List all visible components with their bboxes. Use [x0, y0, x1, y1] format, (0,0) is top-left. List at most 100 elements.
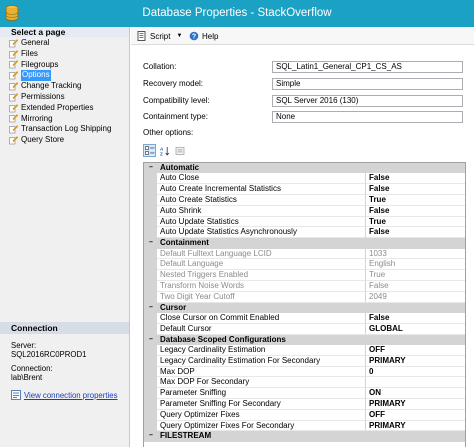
collapse-toggle-icon[interactable]: – [147, 304, 155, 312]
property-row-max-dop-for-secondary[interactable]: Max DOP For Secondary [144, 377, 465, 389]
script-label: Script [150, 31, 171, 41]
sidebar-item-label: Permissions [21, 91, 65, 101]
category-filestream: – FILESTREAM [144, 431, 465, 442]
sidebar-item-filegroups[interactable]: Filegroups [9, 60, 129, 71]
sidebar-item-change-tracking[interactable]: Change Tracking [9, 81, 129, 92]
category-label: FILESTREAM [160, 431, 212, 441]
recovery-model-row: Recovery model: Simple [143, 78, 463, 90]
property-row-query-optimizer-fixes-for-secondary[interactable]: Query Optimizer Fixes For Secondary PRIMA… [144, 420, 465, 432]
view-connection-properties-link[interactable]: View connection properties [24, 391, 117, 400]
property-value[interactable]: 0 [366, 367, 465, 378]
compatibility-level-row: Compatibility level: SQL Server 2016 (13… [143, 95, 463, 107]
sidebar-item-transaction-log-shipping[interactable]: Transaction Log Shipping [9, 124, 129, 135]
property-value[interactable] [366, 377, 465, 389]
category-containment: – Containment [144, 238, 465, 249]
row-gutter [144, 344, 157, 356]
collapse-toggle-icon[interactable]: – [147, 336, 155, 344]
property-value[interactable]: ON [366, 388, 465, 399]
collation-field[interactable]: SQL_Latin1_General_CP1_CS_AS [272, 61, 463, 73]
collation-row: Collation: SQL_Latin1_General_CP1_CS_AS [143, 61, 463, 73]
property-value[interactable]: OFF [366, 345, 465, 356]
property-row-default-language[interactable]: Default Language English [144, 259, 465, 271]
property-value[interactable]: True [366, 217, 465, 228]
property-row-auto-create-incremental-statistics[interactable]: Auto Create Incremental Statistics False [144, 184, 465, 195]
grid-toolbar: A Z [143, 144, 188, 157]
property-row-two-digit-year-cutoff[interactable]: Two Digit Year Cutoff 2049 [144, 291, 465, 303]
row-gutter [144, 248, 157, 260]
property-value: False [366, 281, 465, 292]
sidebar-item-label: Files [21, 48, 38, 58]
chevron-down-icon[interactable]: ▼ [176, 33, 182, 39]
wrench-icon [9, 71, 18, 80]
collapse-toggle-icon[interactable]: – [147, 432, 155, 440]
categorized-button[interactable] [143, 144, 156, 157]
category-label: Cursor [160, 302, 187, 312]
property-value[interactable]: PRIMARY [366, 356, 465, 367]
sidebar-item-query-store[interactable]: Query Store [9, 135, 129, 146]
sidebar-item-mirroring[interactable]: Mirroring [9, 114, 129, 125]
property-row-query-optimizer-fixes[interactable]: Query Optimizer Fixes OFF [144, 409, 465, 421]
property-name: Auto Shrink [157, 205, 366, 217]
property-row-max-dop[interactable]: Max DOP 0 [144, 366, 465, 378]
help-button[interactable]: ? Help [189, 31, 218, 41]
property-name: Parameter Sniffing [157, 388, 366, 399]
property-row-auto-shrink[interactable]: Auto Shrink False [144, 205, 465, 217]
row-gutter [144, 355, 157, 367]
category-label: Database Scoped Configurations [160, 334, 286, 344]
property-value[interactable]: GLOBAL [366, 324, 465, 335]
sidebar-item-options[interactable]: Options [9, 70, 129, 82]
collapse-toggle-icon[interactable]: – [147, 239, 155, 247]
sidebar-item-extended-properties[interactable]: Extended Properties [9, 103, 129, 114]
sidebar-item-permissions[interactable]: Permissions [9, 92, 129, 103]
property-name: Two Digit Year Cutoff [157, 291, 366, 303]
connection-value: lab\Brent [11, 372, 43, 382]
property-row-default-fulltext-language-lcid[interactable]: Default Fulltext Language LCID 1033 [144, 248, 465, 260]
alphabetical-button[interactable]: A Z [158, 144, 171, 157]
property-row-auto-update-statistics[interactable]: Auto Update Statistics True [144, 216, 465, 228]
containment-type-field[interactable]: None [272, 111, 463, 123]
property-value[interactable]: OFF [366, 410, 465, 421]
property-value[interactable]: False [366, 184, 465, 195]
row-gutter [144, 312, 157, 324]
property-value[interactable]: PRIMARY [366, 399, 465, 410]
row-gutter [144, 205, 157, 217]
property-row-parameter-sniffing-for-secondary[interactable]: Parameter Sniffing For Secondary PRIMARY [144, 398, 465, 410]
property-value[interactable]: False [366, 206, 465, 217]
sidebar-item-label: Query Store [21, 135, 65, 145]
sidebar-item-label: General [21, 38, 50, 47]
row-gutter [144, 291, 157, 303]
recovery-model-field[interactable]: Simple [272, 78, 463, 90]
property-value[interactable]: False [366, 173, 465, 185]
property-row-auto-create-statistics[interactable]: Auto Create Statistics True [144, 194, 465, 206]
svg-text:?: ? [192, 34, 196, 41]
wrench-icon [9, 125, 18, 134]
property-value[interactable]: PRIMARY [366, 421, 465, 432]
property-row-nested-triggers-enabled[interactable]: Nested Triggers Enabled True [144, 270, 465, 281]
property-row-default-cursor[interactable]: Default Cursor GLOBAL [144, 323, 465, 335]
property-row-auto-close[interactable]: Auto Close False [144, 173, 465, 185]
compatibility-level-field[interactable]: SQL Server 2016 (130) [272, 95, 463, 107]
property-row-legacy-cardinality-estimation[interactable]: Legacy Cardinality Estimation OFF [144, 344, 465, 356]
wrench-icon [9, 39, 18, 48]
row-gutter [144, 377, 157, 389]
property-name: Nested Triggers Enabled [157, 270, 366, 281]
property-pages-button[interactable] [173, 144, 186, 157]
property-row-auto-update-statistics-asynchronously[interactable]: Auto Update Statistics Asynchronously Fal… [144, 227, 465, 239]
sidebar-item-label: Options [21, 70, 51, 82]
collapse-toggle-icon[interactable]: – [147, 164, 155, 172]
property-value[interactable]: False [366, 313, 465, 324]
property-row-transform-noise-words[interactable]: Transform Noise Words False [144, 280, 465, 292]
property-value[interactable]: True [366, 195, 465, 206]
category-label: Automatic [160, 163, 200, 172]
sidebar-item-general[interactable]: General [9, 38, 129, 49]
sidebar-item-files[interactable]: Files [9, 49, 129, 60]
sidebar: Select a page General Files Filegroups Opti… [0, 27, 130, 447]
script-button[interactable]: Script ▼ [137, 31, 182, 41]
property-row-close-cursor-on-commit-enabled[interactable]: Close Cursor on Commit Enabled False [144, 312, 465, 324]
property-row-legacy-cardinality-estimation-for-secondary[interactable]: Legacy Cardinality Estimation For Second… [144, 355, 465, 367]
property-name: Default Cursor [157, 323, 366, 335]
view-connection-properties[interactable]: View connection properties [11, 390, 117, 400]
property-row-parameter-sniffing[interactable]: Parameter Sniffing ON [144, 388, 465, 399]
compatibility-level-label: Compatibility level: [143, 96, 210, 105]
property-value[interactable]: False [366, 227, 465, 239]
